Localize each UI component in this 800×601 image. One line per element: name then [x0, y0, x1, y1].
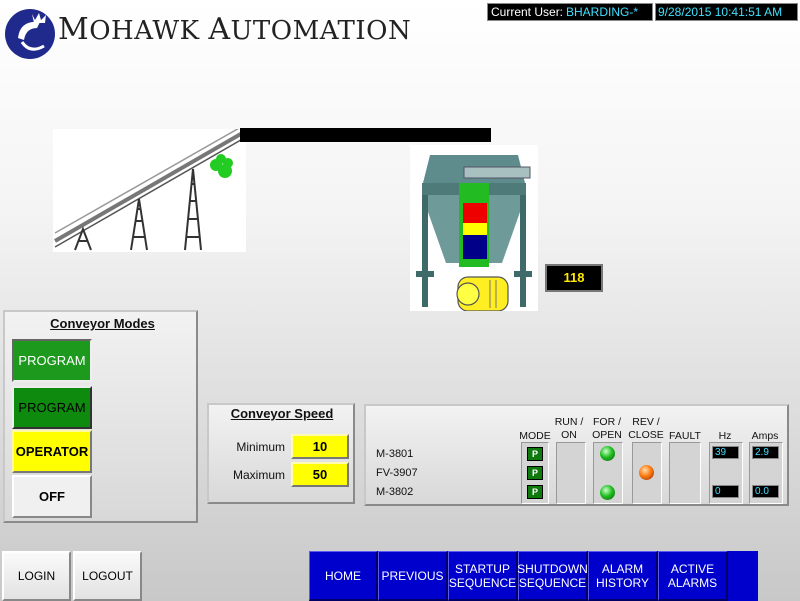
run-on-column-header: RUN / ON [554, 416, 584, 442]
alarm-history-button[interactable]: ALARM HISTORY [588, 551, 658, 601]
shutdown-sequence-label-2: SEQUENCE [518, 575, 587, 590]
logout-button[interactable]: LOGOUT [73, 551, 142, 601]
run-on-slot [556, 442, 586, 504]
conveyor-speed-panel: Conveyor Speed Minimum 10 Maximum 50 [207, 403, 355, 504]
hz-readout-m3802: 0 [712, 485, 739, 498]
conveyor-modes-title: Conveyor Modes [50, 316, 155, 331]
device-name-m3801: M-3801 [376, 448, 414, 460]
device-status-panel: MODE RUN / ON FOR / OPEN REV / CLOSE FAU… [364, 404, 789, 506]
active-alarms-label-2: ALARMS [667, 575, 718, 590]
run-on-header-line1: RUN / [554, 416, 584, 428]
conveyor-speed-title: Conveyor Speed [230, 406, 334, 421]
program-mode-button[interactable]: PROGRAM [12, 339, 92, 382]
brand-title: MOHAWK AUTOMATION [58, 12, 411, 47]
fault-slot [669, 442, 701, 504]
previous-button[interactable]: PREVIOUS [378, 551, 448, 601]
startup-sequence-label-1: STARTUP [455, 561, 510, 576]
off-mode-button[interactable]: OFF [12, 475, 92, 518]
hopper-level-readout: 118 [545, 264, 603, 292]
brand-initial-a: A [208, 12, 231, 47]
amps-readout-m3802: 0.0 [752, 485, 779, 498]
home-button[interactable]: HOME [309, 551, 378, 601]
hz-slot: 39 0 [709, 442, 743, 504]
brand-initial-m: M [58, 12, 90, 47]
login-button[interactable]: LOGIN [2, 551, 71, 601]
brand-word-2: UTOMATION [230, 16, 412, 46]
device-name-m3802: M-3802 [376, 486, 414, 498]
minimum-speed-label: Minimum [236, 440, 285, 454]
rev-close-header-line2: CLOSE [628, 429, 664, 441]
minimum-speed-input[interactable]: 10 [291, 434, 349, 459]
shutdown-sequence-label-1: SHUTDOWN [517, 561, 588, 576]
mode-badge-m3801: P [527, 447, 543, 461]
datetime-display: 9/28/2015 10:41:51 AM [655, 3, 798, 21]
maximum-speed-label: Maximum [232, 468, 285, 482]
conveyor-modes-panel: Conveyor Modes PROGRAM PROGRAM OPERATOR … [3, 310, 198, 523]
hopper-graphic [410, 145, 538, 311]
mode-badge-m3802: P [527, 485, 543, 499]
current-user-box: Current User: BHARDING-* [487, 3, 653, 21]
alarm-history-label-1: ALARM [601, 561, 644, 576]
program-mode-indicator-button[interactable]: PROGRAM [12, 386, 92, 429]
run-on-header-line2: ON [561, 429, 577, 441]
shutdown-sequence-button[interactable]: SHUTDOWN SEQUENCE [517, 551, 588, 601]
green-lamp-icon [600, 446, 615, 461]
amps-slot: 2.9 0.0 [749, 442, 783, 504]
for-open-column-header: FOR / OPEN [591, 416, 623, 442]
mohawk-logo-icon [5, 9, 55, 59]
rev-close-header-line1: REV / [632, 416, 660, 428]
mode-slot: P P P [521, 442, 549, 504]
device-name-fv3907: FV-3907 [376, 467, 418, 479]
startup-sequence-label-2: SEQUENCE [448, 575, 517, 590]
amps-readout-m3801: 2.9 [752, 446, 779, 459]
operator-mode-button[interactable]: OPERATOR [12, 430, 92, 473]
brand-word-1: OHAWK [89, 16, 200, 46]
nav-bar-filler [728, 551, 758, 601]
rev-close-column-header: REV / CLOSE [628, 416, 664, 442]
maximum-speed-input[interactable]: 50 [291, 462, 349, 487]
orange-lamp-icon [639, 465, 654, 480]
green-lamp-icon [600, 485, 615, 500]
alarm-history-label-2: HISTORY [596, 575, 649, 590]
for-open-header-line2: OPEN [592, 429, 622, 441]
active-alarms-button[interactable]: ACTIVE ALARMS [658, 551, 728, 601]
for-open-header-line1: FOR / [593, 416, 621, 428]
active-alarms-label-1: ACTIVE [670, 561, 715, 576]
hz-readout-m3801: 39 [712, 446, 739, 459]
startup-sequence-button[interactable]: STARTUP SEQUENCE [448, 551, 518, 601]
rev-close-slot [632, 442, 662, 504]
for-open-slot [593, 442, 623, 504]
conveyor-belt [240, 128, 491, 142]
conveyor-graphic [53, 129, 246, 252]
current-user-value: BHARDING-* [566, 5, 639, 19]
current-user-label: Current User: [491, 5, 564, 19]
mode-badge-fv3907: P [527, 466, 543, 480]
